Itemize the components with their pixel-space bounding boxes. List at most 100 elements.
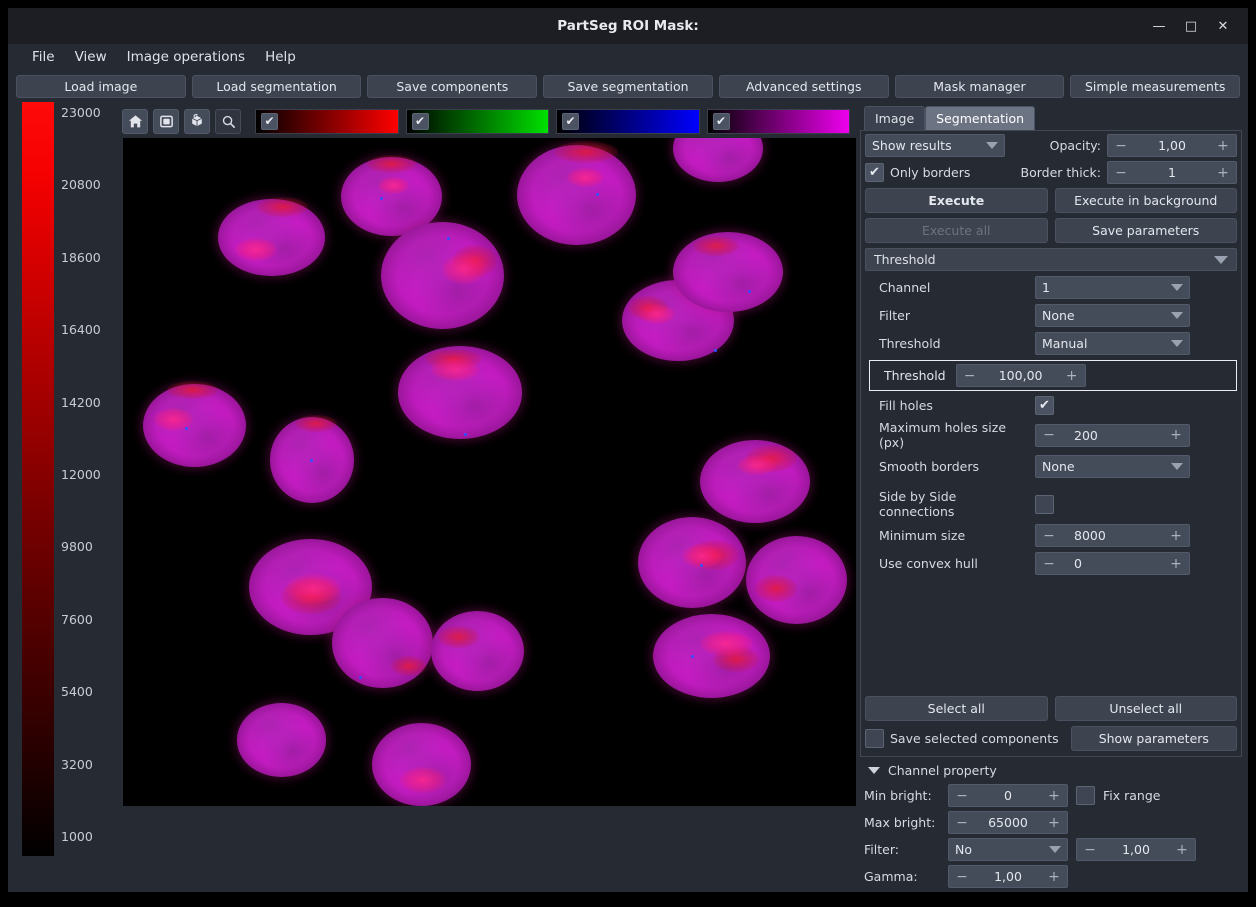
show-parameters-button[interactable]: Show parameters [1070,726,1237,751]
opacity-minus-icon[interactable]: − [1114,138,1128,154]
mask-manager-button[interactable]: Mask manager [894,74,1065,98]
channel-red-checkbox[interactable]: ✔ [261,112,278,130]
show-results-select[interactable]: Show results [865,134,1005,157]
save-components-button[interactable]: Save components [367,74,538,98]
field-threshold-method: Threshold Manual [865,332,1237,355]
cell-nucleus [269,414,354,503]
channel-green-checkbox[interactable]: ✔ [411,112,429,130]
fix-range-checkbox[interactable]: ✔ [1076,786,1095,805]
max-holes-plus-icon[interactable]: + [1169,427,1183,443]
execute-button[interactable]: Execute [865,188,1048,213]
save-segmentation-button[interactable]: Save segmentation [543,74,713,98]
tab-image[interactable]: Image [864,106,926,130]
close-icon[interactable]: ✕ [1210,13,1236,39]
max-bright-stepper[interactable]: − 65000 + [948,811,1068,834]
threshold-method-select[interactable]: Manual [1035,332,1190,355]
smooth-borders-select[interactable]: None [1035,455,1190,478]
zoom-icon[interactable] [215,108,241,134]
colorbar-tick: 1000 [61,829,93,844]
border-thick-minus-icon[interactable]: − [1114,165,1128,181]
convex-hull-stepper[interactable]: − 0 + [1035,552,1190,575]
border-thick-value: 1 [1168,165,1176,180]
colorbar-tick: 18600 [61,249,101,265]
cube-icon[interactable] [184,108,210,134]
home-icon[interactable] [122,108,148,134]
tab-segmentation[interactable]: Segmentation [925,106,1036,130]
cell-red-signal [256,196,309,217]
filter-select[interactable]: None [1035,304,1190,327]
channel-filter-amount-stepper[interactable]: − 1,00 + [1076,838,1196,861]
main-toolbar: Load image Load segmentation Save compon… [8,70,1248,102]
only-borders-checkbox[interactable]: ✔ [865,163,884,182]
filter-amount-minus-icon[interactable]: − [1083,842,1097,858]
channel-select[interactable]: 1 [1035,276,1190,299]
channel-red[interactable]: ✔ [255,108,399,134]
colorbar-tick: 9800 [61,539,93,555]
maximize-icon[interactable]: □ [1178,13,1204,39]
colorbar-panel: 23000 20800 18600 16400 14200 12000 9800 7600 54… [8,102,116,892]
menu-help[interactable]: Help [255,46,306,68]
panel-tabs: Image Segmentation [860,106,1242,130]
title-bar: PartSeg ROI Mask: — □ ✕ [8,8,1248,44]
gamma-minus-icon[interactable]: − [955,869,969,885]
menu-view[interactable]: View [65,46,117,68]
rectangle-icon[interactable] [153,108,179,134]
filter-amount-plus-icon[interactable]: + [1175,842,1189,858]
fill-holes-checkbox[interactable]: ✔ [1035,396,1054,415]
border-thick-stepper[interactable]: − 1 + [1107,161,1237,184]
execute-in-background-button[interactable]: Execute in background [1054,188,1237,213]
min-bright-plus-icon[interactable]: + [1047,788,1061,804]
max-holes-stepper[interactable]: − 200 + [1035,423,1190,447]
cell-bright-region [377,176,409,195]
microscopy-image-canvas[interactable] [123,138,856,806]
channel-property-header[interactable]: Channel property [864,759,1238,780]
threshold-plus-icon[interactable]: + [1065,368,1079,384]
convex-hull-plus-icon[interactable]: + [1169,556,1183,572]
cell-red-signal [438,625,479,649]
minimum-size-minus-icon[interactable]: − [1042,528,1056,544]
channel-filter-select[interactable]: No [948,838,1068,861]
convex-hull-value: 0 [1074,556,1082,571]
cell-nucleus [672,231,783,312]
filter-value: None [1042,308,1075,323]
minimum-size-plus-icon[interactable]: + [1169,528,1183,544]
advanced-settings-button[interactable]: Advanced settings [718,74,889,98]
channel-blue[interactable]: ✔ [556,108,700,134]
select-all-button[interactable]: Select all [865,696,1048,721]
menu-image-operations[interactable]: Image operations [117,46,255,68]
gamma-stepper[interactable]: − 1,00 + [948,865,1068,888]
channel-blue-checkbox[interactable]: ✔ [562,112,579,130]
max-bright-plus-icon[interactable]: + [1047,815,1061,831]
fix-range-label: Fix range [1103,788,1161,803]
unselect-all-button[interactable]: Unselect all [1054,696,1237,721]
channel-magenta[interactable]: ✔ [706,108,850,134]
convex-hull-minus-icon[interactable]: − [1042,556,1056,572]
opacity-plus-icon[interactable]: + [1216,138,1230,154]
gamma-plus-icon[interactable]: + [1047,869,1061,885]
min-bright-stepper[interactable]: − 0 + [948,784,1068,807]
viewer-toolbar: ✔ ✔ ✔ ✔ [116,102,856,138]
channel-green[interactable]: ✔ [405,108,549,134]
simple-measurements-button[interactable]: Simple measurements [1070,74,1241,98]
minimize-icon[interactable]: — [1146,13,1172,39]
opacity-stepper[interactable]: − 1,00 + [1107,134,1237,157]
algorithm-select[interactable]: Threshold [865,248,1237,271]
cell-blue-spot [691,655,695,659]
threshold-value-stepper[interactable]: − 100,00 + [955,364,1086,387]
side-by-side-checkbox[interactable]: ✔ [1035,494,1054,514]
threshold-minus-icon[interactable]: − [963,368,977,384]
save-selected-components-checkbox[interactable]: ✔ [865,729,884,748]
max-holes-minus-icon[interactable]: − [1042,427,1056,443]
save-parameters-button[interactable]: Save parameters [1054,218,1237,243]
minimum-size-stepper[interactable]: − 8000 + [1035,524,1190,547]
menu-file[interactable]: File [22,46,65,68]
channel-magenta-checkbox[interactable]: ✔ [712,112,730,130]
min-bright-minus-icon[interactable]: − [955,788,969,804]
max-bright-minus-icon[interactable]: − [955,815,969,831]
load-segmentation-button[interactable]: Load segmentation [191,74,362,98]
channel-colormap-bars: ✔ ✔ ✔ ✔ [255,108,850,134]
minimum-size-value: 8000 [1074,528,1106,543]
border-thick-plus-icon[interactable]: + [1216,165,1230,181]
threshold-method-value: Manual [1042,336,1088,351]
load-image-button[interactable]: Load image [16,74,186,98]
